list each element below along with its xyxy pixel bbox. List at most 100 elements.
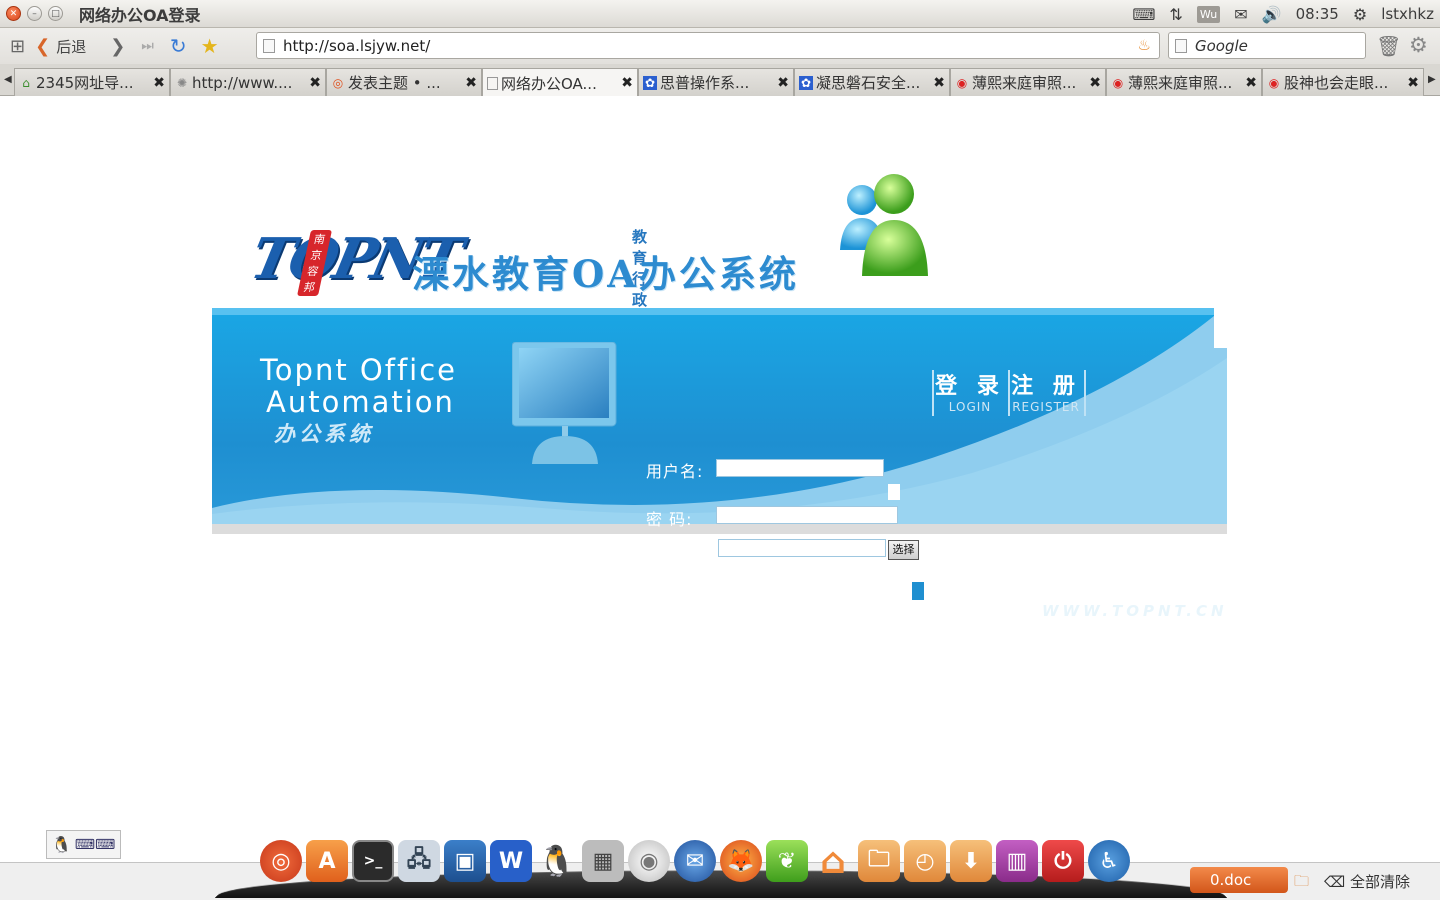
- settings-icon[interactable]: ⚙: [1353, 5, 1367, 24]
- tab-close-icon[interactable]: ✖: [309, 75, 321, 91]
- mail-icon[interactable]: ✉: [1234, 5, 1247, 24]
- back-button[interactable]: 后退: [56, 36, 86, 57]
- qq-penguin-icon[interactable]: 🐧: [536, 840, 578, 882]
- password-input[interactable]: [716, 506, 898, 524]
- tab-http[interactable]: ✺ http://www.... ✖: [170, 68, 326, 96]
- clock[interactable]: 08:35: [1296, 5, 1339, 23]
- tab-close-icon[interactable]: ✖: [153, 75, 165, 91]
- website-url: WWW.TOPNT.CN: [1042, 602, 1228, 620]
- window-maximize-button[interactable]: □: [48, 6, 63, 21]
- ubuntu-icon[interactable]: ◎: [260, 840, 302, 882]
- register-button[interactable]: 注 册 REGISTER: [1010, 368, 1082, 420]
- tab-close-icon[interactable]: ✖: [621, 75, 633, 91]
- disc-icon[interactable]: ◉: [628, 840, 670, 882]
- tab-bar: ◀ ▶ ⌂ 2345网址导... ✖ ✺ http://www.... ✖ ◎ …: [0, 64, 1440, 97]
- users-icon: [840, 174, 928, 276]
- reload-icon[interactable]: ↻: [170, 34, 187, 58]
- system-title: 溧水教育OA办公系统: [412, 252, 799, 296]
- tab-post-topic[interactable]: ◎ 发表主题 • ... ✖: [326, 68, 482, 96]
- home-folder-icon[interactable]: ⌂: [812, 840, 854, 882]
- penguin-icon: 🐧: [51, 835, 72, 854]
- computer-monitor-icon: [512, 342, 617, 464]
- application-dock: ◎ A >_ 🖧 ▣ W 🐧 ▦ ◉ ✉ 🦊 ❦ ⌂ 🗀 ◴ ⬇ ▥ ⏻ ♿: [260, 836, 1130, 882]
- tab-close-icon[interactable]: ✖: [1407, 75, 1419, 91]
- window-close-button[interactable]: ✕: [6, 6, 21, 21]
- page-icon: [487, 76, 498, 90]
- fast-forward-icon[interactable]: ⏭: [141, 38, 154, 54]
- accessibility-icon[interactable]: ♿: [1088, 840, 1130, 882]
- tab-bo-2[interactable]: ◉ 薄熙来庭审照... ✖: [1106, 68, 1262, 96]
- sina-icon: ◉: [1268, 75, 1280, 90]
- username-input[interactable]: [716, 459, 884, 477]
- thunderbird-icon[interactable]: ✉: [674, 840, 716, 882]
- sina-icon: ◉: [1112, 75, 1124, 90]
- tab-scroll-right-icon[interactable]: ▶: [1428, 74, 1436, 85]
- search-engine-icon: [1175, 38, 1187, 53]
- leaf-app-icon[interactable]: ❦: [766, 840, 808, 882]
- input-method-icon[interactable]: Wu: [1196, 5, 1221, 23]
- navigation-toolbar: ⊞ ❮ 后退 ❯ ⏭ ↻ ★ http://soa.lsjyw.net/ ♨ G…: [0, 28, 1440, 64]
- tab-sipu[interactable]: ✿ 思普操作系... ✖: [638, 68, 794, 96]
- terminal-icon[interactable]: >_: [352, 840, 394, 882]
- url-text[interactable]: http://soa.lsjyw.net/: [283, 37, 430, 55]
- image-viewer-icon[interactable]: ▣: [444, 840, 486, 882]
- rss-icon[interactable]: ♨: [1138, 36, 1151, 54]
- tab-close-icon[interactable]: ✖: [1089, 75, 1101, 91]
- tab-2345[interactable]: ⌂ 2345网址导... ✖: [14, 68, 170, 96]
- loading-icon: ✺: [176, 75, 188, 90]
- recent-folder-icon[interactable]: ◴: [904, 840, 946, 882]
- window-titlebar: ✕ – □ 网络办公OA登录 ⌨ ⇅ Wu ✉ 🔊 08:35 ⚙ lstxhk…: [0, 0, 1440, 28]
- back-arrow-icon[interactable]: ❮: [35, 36, 50, 57]
- user-name[interactable]: lstxhkz: [1381, 5, 1434, 23]
- volume-icon[interactable]: 🔊: [1262, 5, 1282, 24]
- login-banner: Topnt Office Automation 办公系统 用户名: 密 码: 学…: [212, 308, 1227, 620]
- download-item[interactable]: 0.doc: [1190, 867, 1288, 893]
- search-box[interactable]: Google: [1168, 32, 1366, 59]
- tab-close-icon[interactable]: ✖: [933, 75, 945, 91]
- page-icon: [263, 38, 275, 53]
- workspace-switcher-icon[interactable]: ▥: [996, 840, 1038, 882]
- firefox-icon[interactable]: 🦊: [720, 840, 762, 882]
- new-tab-icon[interactable]: ⊞: [10, 36, 25, 57]
- input-method-bar[interactable]: 🐧 ⌨⌨: [46, 830, 121, 859]
- house-icon: ⌂: [22, 75, 30, 90]
- wps-writer-icon[interactable]: W: [490, 840, 532, 882]
- forward-icon[interactable]: ❯: [110, 36, 125, 57]
- baidu-paw-icon: ✿: [799, 75, 813, 90]
- page-content: TOPNT 南京容邦 教育行政办公平台 溧水教育OA办公系统 Topnt Off…: [0, 96, 1440, 832]
- password-label: 密 码:: [646, 510, 693, 529]
- unified-login-link[interactable]: 使用统一登录: [848, 573, 920, 590]
- tab-ningsi[interactable]: ✿ 凝思磐石安全... ✖: [794, 68, 950, 96]
- tab-stock-god[interactable]: ◉ 股神也会走眼... ✖: [1262, 68, 1424, 96]
- tab-bo-1[interactable]: ◉ 薄熙来庭审照... ✖: [950, 68, 1106, 96]
- tab-close-icon[interactable]: ✖: [1245, 75, 1257, 91]
- network-icon[interactable]: ⇅: [1169, 5, 1182, 24]
- keyboard-icon[interactable]: ⌨: [1132, 5, 1155, 24]
- select-school-button[interactable]: 选择: [888, 540, 919, 560]
- tab-close-icon[interactable]: ✖: [465, 75, 477, 91]
- login-button[interactable]: 登 录 LOGIN: [934, 368, 1006, 420]
- folder-icon[interactable]: 🗀: [1294, 871, 1309, 896]
- window-minimize-button[interactable]: –: [27, 6, 42, 21]
- clear-all-button[interactable]: ⌫ 全部清除: [1324, 871, 1410, 892]
- tab-scroll-left-icon[interactable]: ◀: [4, 74, 12, 85]
- keyboard-icon[interactable]: ⌨⌨: [75, 837, 115, 853]
- tab-close-icon[interactable]: ✖: [777, 75, 789, 91]
- banner-english-title: Topnt Office Automation: [260, 353, 457, 419]
- documents-folder-icon[interactable]: 🗀: [858, 840, 900, 882]
- system-tray: ⌨ ⇅ Wu ✉ 🔊 08:35 ⚙ lstxhkz: [1132, 0, 1434, 28]
- downloads-folder-icon[interactable]: ⬇: [950, 840, 992, 882]
- school-input[interactable]: [718, 539, 886, 557]
- baidu-paw-icon: ✿: [643, 75, 657, 90]
- address-bar[interactable]: http://soa.lsjyw.net/ ♨: [256, 32, 1160, 59]
- bookmark-star-icon[interactable]: ★: [201, 34, 219, 58]
- sina-icon: ◉: [956, 75, 968, 90]
- network-computer-icon[interactable]: 🖧: [398, 840, 440, 882]
- software-center-icon[interactable]: A: [306, 840, 348, 882]
- trash-icon[interactable]: 🗑: [1376, 34, 1401, 58]
- power-icon[interactable]: ⏻: [1042, 840, 1084, 882]
- tab-oa-login[interactable]: 网络办公OA... ✖: [482, 68, 638, 97]
- window-title: 网络办公OA登录: [79, 5, 201, 25]
- gear-icon[interactable]: ⚙: [1409, 33, 1428, 57]
- calculator-icon[interactable]: ▦: [582, 840, 624, 882]
